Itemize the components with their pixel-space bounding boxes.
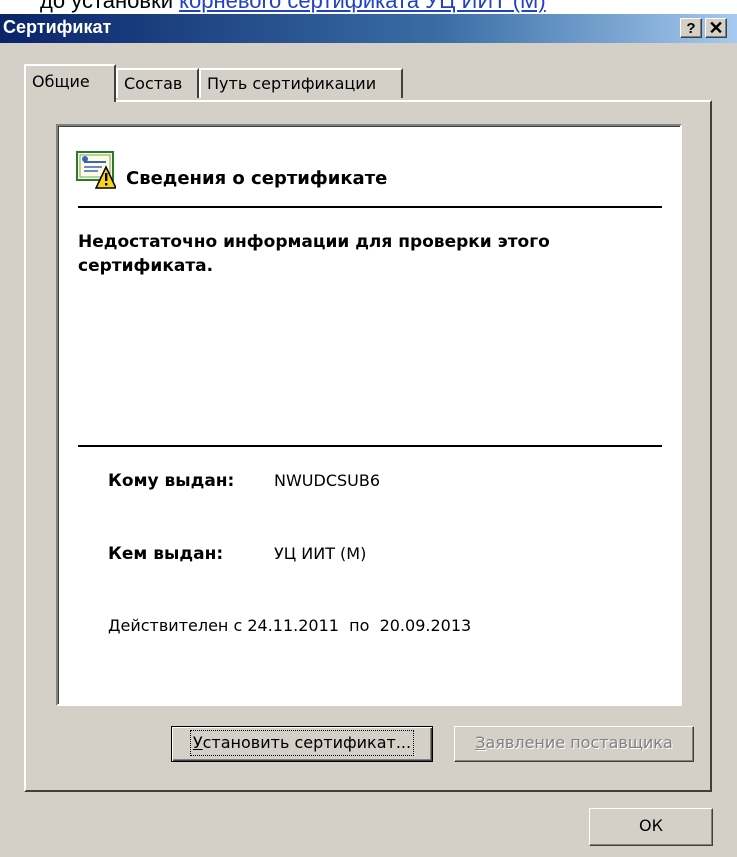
certificate-dialog: Сертификат ? ✕ Общие Состав Путь сертифи… (0, 14, 737, 857)
issuer-statement-button[interactable]: Заявление поставщика (454, 726, 694, 762)
tab-details[interactable]: Состав (116, 68, 199, 98)
tab-panel-general: Сведения о сертификате Недостаточно инфо… (24, 100, 712, 792)
valid-to: 20.09.2013 (379, 616, 472, 635)
help-button[interactable]: ? (680, 18, 702, 38)
issued-to-label: Кому выдан: (108, 471, 235, 491)
validity-row: Действителен с 24.11.2011 по 20.09.2013 (108, 616, 471, 635)
certificate-warning-icon (76, 151, 116, 189)
issuer-mnemonic: З (475, 733, 486, 752)
install-certificate-button[interactable]: Установить сертификат... (171, 726, 433, 762)
focus-ring: Установить сертификат... (189, 730, 415, 756)
close-button[interactable]: ✕ (705, 18, 727, 38)
background-text: до установки корневого сертификата УЦ ИИ… (40, 0, 546, 14)
divider-top (78, 206, 662, 208)
install-mnemonic: У (192, 733, 203, 752)
ok-button[interactable]: ОК (589, 808, 713, 846)
issued-by-value: УЦ ИИТ (М) (274, 544, 367, 563)
issuer-label: аявление поставщика (485, 733, 673, 752)
issued-by-label: Кем выдан: (108, 544, 224, 564)
warning-message: Недостаточно информации для проверки это… (78, 232, 550, 276)
validity-prefix: Действителен с (108, 616, 243, 635)
divider-bottom (78, 445, 662, 447)
close-icon: ✕ (708, 18, 724, 38)
background-link[interactable]: корневого сертификата УЦ ИИТ (М) (179, 0, 546, 13)
valid-from: 24.11.2011 (247, 616, 339, 635)
background-prefix: до установки (40, 0, 180, 13)
validity-separator: по (349, 616, 370, 635)
issued-to-value: NWUDCSUB6 (274, 471, 381, 490)
install-label: становить сертификат... (202, 733, 412, 752)
info-title: Сведения о сертификате (126, 168, 388, 189)
certificate-info-box: Сведения о сертификате Недостаточно инфо… (56, 124, 682, 706)
window-title: Сертификат (3, 17, 112, 37)
tab-general[interactable]: Общие (24, 64, 116, 102)
tab-certification-path[interactable]: Путь сертификации (199, 68, 403, 98)
title-bar[interactable]: Сертификат ? ✕ (0, 14, 737, 43)
